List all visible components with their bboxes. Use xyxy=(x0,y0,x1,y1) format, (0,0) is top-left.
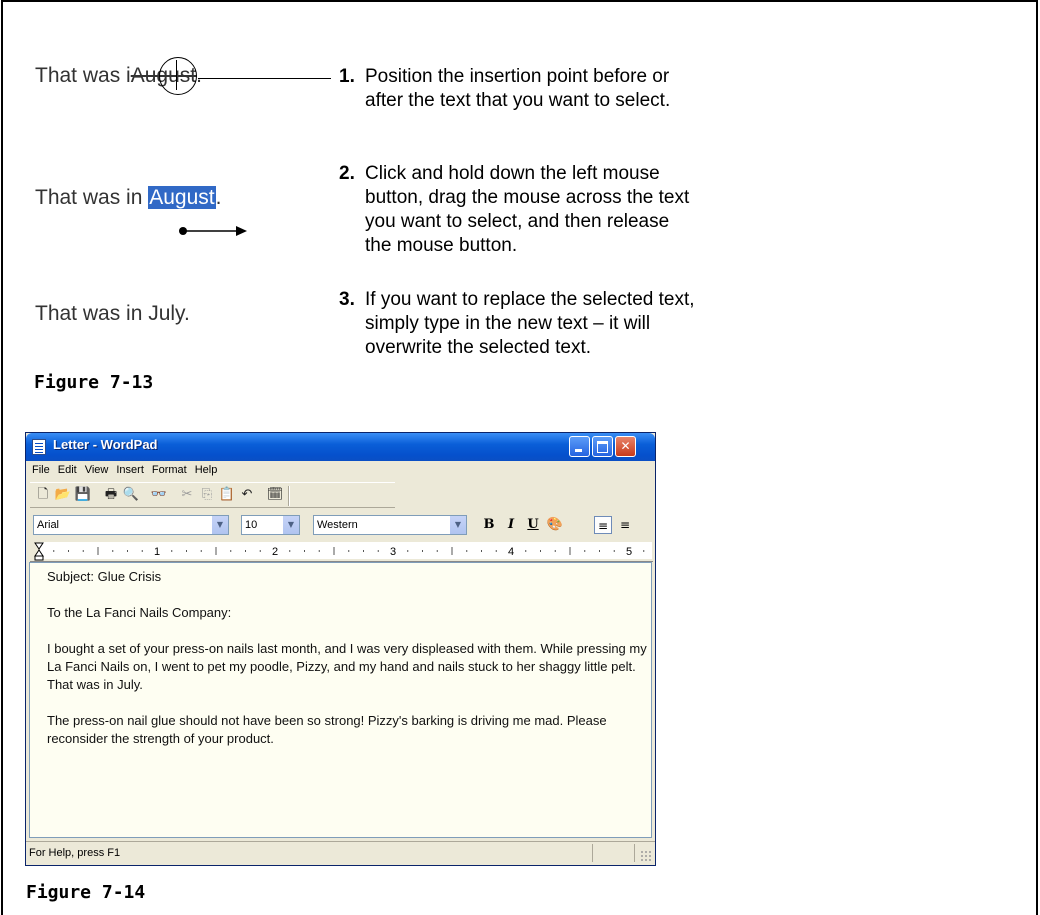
menu-view[interactable]: View xyxy=(81,461,113,480)
status-divider xyxy=(634,844,635,862)
step-1-line-2: after the text that you want to select. xyxy=(365,90,671,111)
example-1-prefix: That was i xyxy=(35,64,131,87)
step-3-line-2: simply type in the new text – it will xyxy=(365,313,651,334)
align-left-icon[interactable]: ≡ xyxy=(594,516,612,534)
menu-insert[interactable]: Insert xyxy=(112,461,148,480)
step-2: 2. Click and hold down the left mouse but… xyxy=(339,162,809,258)
step-2-line-2: button, drag the mouse across the text xyxy=(365,187,690,208)
document-text: Subject: Glue Crisis To the La Fanci Nai… xyxy=(47,568,647,766)
color-palette-icon[interactable]: 🎨 xyxy=(546,516,564,534)
doc-paragraph-body-2: The press-on nail glue should not have b… xyxy=(47,713,607,746)
new-document-icon[interactable]: 🗋 xyxy=(34,486,52,504)
figure-caption-7-13: Figure 7-13 xyxy=(34,372,154,393)
align-center-icon[interactable]: ≡ xyxy=(616,516,634,534)
underline-icon[interactable]: U xyxy=(524,516,542,534)
wordpad-window: Letter - WordPad ✕ File Edit View Insert For… xyxy=(25,432,656,866)
ruler[interactable]: 1 2 3 4 5 xyxy=(30,541,653,562)
status-divider xyxy=(592,844,593,862)
open-folder-icon[interactable]: 📂 xyxy=(54,486,72,504)
example-2-suffix: . xyxy=(215,186,222,209)
step-1-number: 1. xyxy=(339,66,355,87)
font-size-value: 10 xyxy=(245,519,258,531)
toolbar-separator xyxy=(288,486,290,506)
save-disk-icon[interactable]: 💾 xyxy=(74,486,92,504)
cut-icon[interactable]: ✂ xyxy=(178,486,196,504)
ruler-label: 3 xyxy=(390,546,396,558)
format-bar: Arial ▼ 10 ▼ Western ▼ B I U 🎨 ≡ ≡ xyxy=(30,512,653,538)
doc-paragraph-salutation: To the La Fanci Nails Company: xyxy=(47,605,232,620)
window-title: Letter - WordPad xyxy=(53,437,158,452)
ruler-label: 1 xyxy=(154,546,160,558)
ruler-ticks: 1 2 3 4 5 xyxy=(34,542,652,561)
menu-edit[interactable]: Edit xyxy=(54,461,81,480)
step-2-line-4: the mouse button. xyxy=(365,235,518,256)
document-area[interactable]: Subject: Glue Crisis To the La Fanci Nai… xyxy=(29,562,652,838)
step-2-line-3: you want to select, and then release xyxy=(365,211,670,232)
paste-icon[interactable]: 📋 xyxy=(218,486,236,504)
menu-help[interactable]: Help xyxy=(191,461,222,480)
insertion-point-circle xyxy=(159,57,197,95)
print-icon[interactable]: 🖶 xyxy=(102,486,120,504)
standard-toolbar: 🗋 📂 💾 🖶 🔍 👓 ✂ ⎘ 📋 ↶ 🗓 xyxy=(30,482,395,508)
figure-caption-7-14: Figure 7-14 xyxy=(26,882,146,903)
find-binoculars-icon[interactable]: 👓 xyxy=(150,486,168,504)
leader-line xyxy=(198,78,331,79)
example-3-prefix: That was in July xyxy=(35,302,184,325)
print-preview-icon[interactable]: 🔍 xyxy=(122,486,140,504)
italic-icon[interactable]: I xyxy=(502,516,520,534)
doc-paragraph-subject: Subject: Glue Crisis xyxy=(47,569,162,584)
chevron-down-icon[interactable]: ▼ xyxy=(211,516,228,534)
step-2-line-1: Click and hold down the left mouse xyxy=(365,163,660,184)
step-1: 1. Position the insertion point before or… xyxy=(339,65,809,113)
step-3-line-1: If you want to replace the selected text… xyxy=(365,289,695,310)
step-3-line-3: overwrite the selected text. xyxy=(365,337,591,358)
selected-word-highlight: August xyxy=(148,186,216,209)
i-beam-cursor-icon xyxy=(176,60,177,90)
menu-bar: File Edit View Insert Format Help xyxy=(26,461,655,480)
step-3-number: 3. xyxy=(339,289,355,310)
step-1-line-1: Position the insertion point before or xyxy=(365,66,670,87)
step-2-number: 2. xyxy=(339,163,355,184)
script-select[interactable]: Western ▼ xyxy=(313,515,467,535)
example-selected-text: That was in August. xyxy=(35,186,221,210)
menu-file[interactable]: File xyxy=(26,461,54,480)
example-3-suffix: . xyxy=(184,302,190,325)
close-button[interactable]: ✕ xyxy=(615,436,636,457)
copy-icon[interactable]: ⎘ xyxy=(198,486,216,504)
maximize-button[interactable] xyxy=(592,436,613,457)
wordpad-app-icon xyxy=(32,439,46,455)
minimize-button[interactable] xyxy=(569,436,590,457)
title-bar[interactable]: Letter - WordPad ✕ xyxy=(26,433,655,461)
insert-date-time-icon[interactable]: 🗓 xyxy=(266,486,284,504)
ruler-label: 2 xyxy=(272,546,278,558)
chevron-down-icon[interactable]: ▼ xyxy=(449,516,466,534)
example-2-prefix: That was in xyxy=(35,186,149,209)
bold-icon[interactable]: B xyxy=(480,516,498,534)
ruler-label: 5 xyxy=(626,546,632,558)
font-size-select[interactable]: 10 ▼ xyxy=(241,515,300,535)
menu-format[interactable]: Format xyxy=(148,461,191,480)
font-name-value: Arial xyxy=(37,519,60,531)
step-3: 3. If you want to replace the selected te… xyxy=(339,288,809,360)
status-bar: For Help, press F1 xyxy=(26,841,655,865)
script-value: Western xyxy=(317,519,358,531)
undo-icon[interactable]: ↶ xyxy=(238,486,256,504)
font-name-select[interactable]: Arial ▼ xyxy=(33,515,229,535)
drag-arrow-icon xyxy=(179,226,247,236)
chevron-down-icon[interactable]: ▼ xyxy=(282,516,299,534)
ruler-label: 4 xyxy=(508,546,514,558)
resize-grip-icon[interactable] xyxy=(640,850,652,862)
example-replaced-text: That was in July. xyxy=(35,302,190,326)
status-text: For Help, press F1 xyxy=(29,847,121,859)
doc-paragraph-body-1: I bought a set of your press-on nails la… xyxy=(47,641,647,692)
